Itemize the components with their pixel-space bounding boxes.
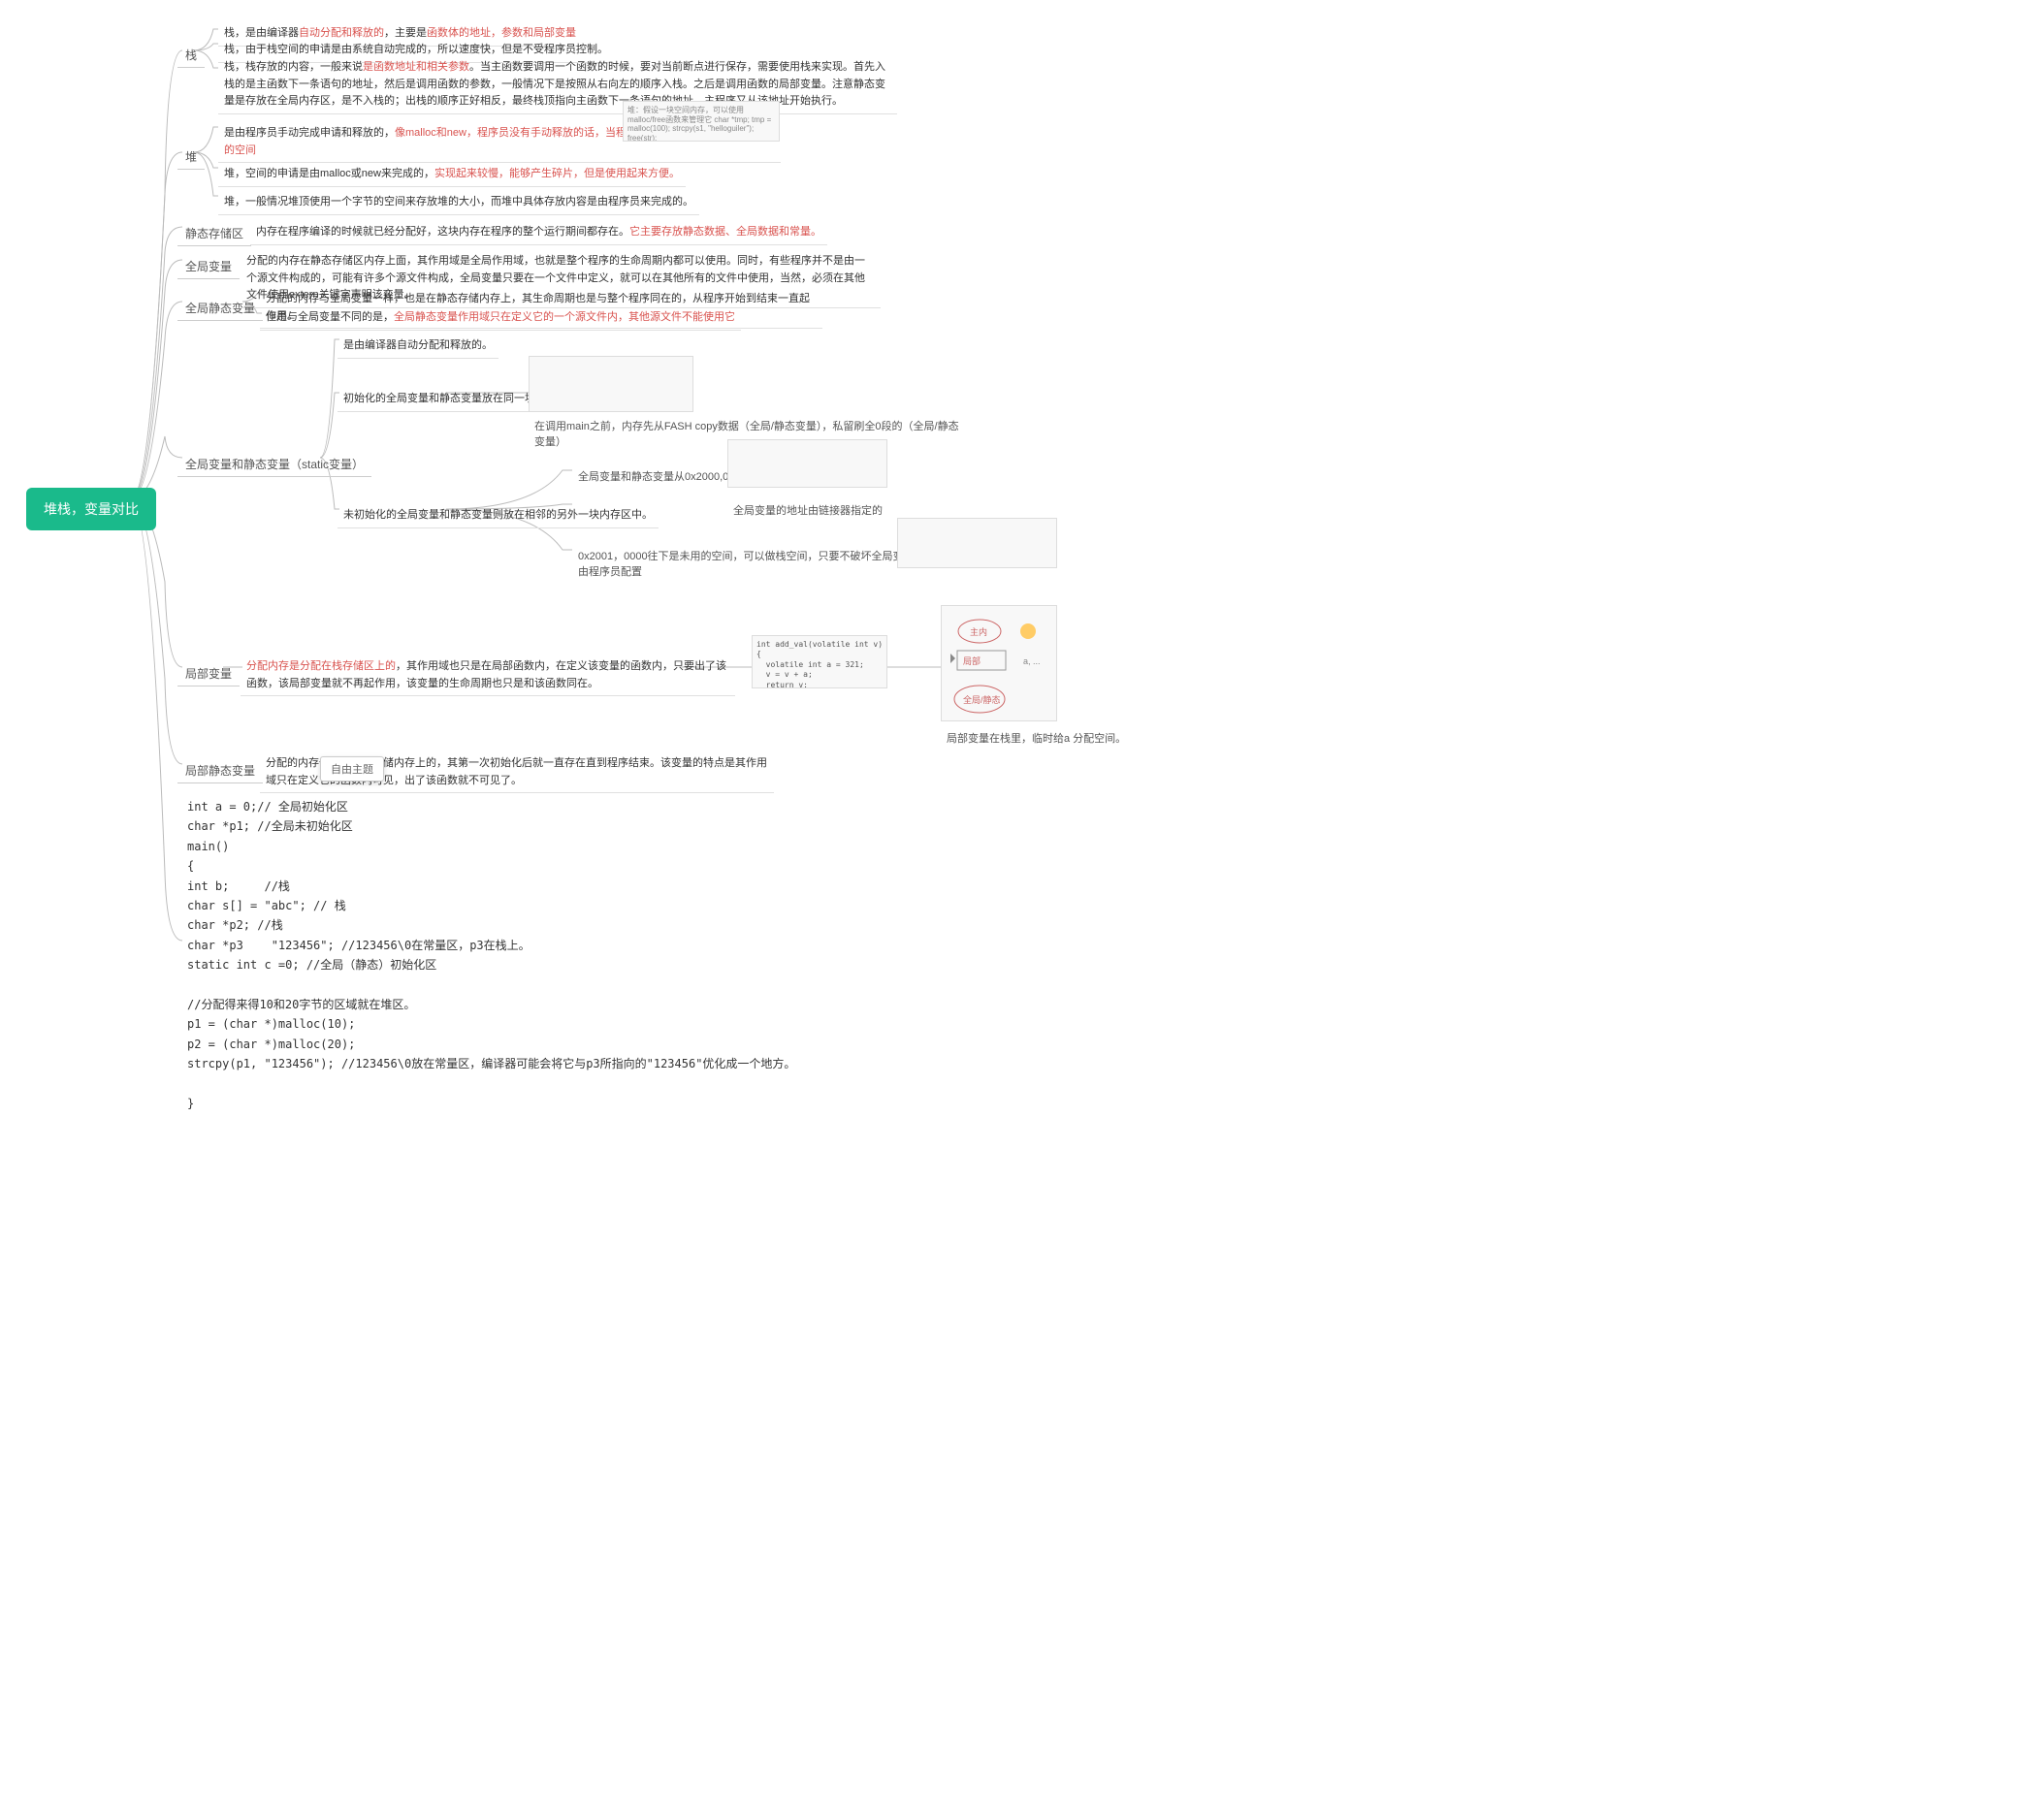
stack-note-3: 栈，栈存放的内容，一般来说是函数地址和相关参数。当主函数要调用一个函数的时候，要… [218, 56, 897, 114]
local-var-note: 分配内存是分配在栈存储区上的，其作用域也只是在局部函数内，在定义该变量的函数内，… [241, 655, 735, 696]
svg-text:局部: 局部 [963, 655, 981, 666]
branch-local-static[interactable]: 局部静态变量 [177, 758, 263, 783]
code-example: int a = 0;// 全局初始化区 char *p1; //全局未初始化区 … [177, 787, 805, 1123]
branch-heap[interactable]: 堆 [177, 144, 205, 170]
gs-note-linker: 全局变量的地址由链接器指定的 [727, 499, 888, 521]
heap-code-image: 堆：假设一块空间内存，可以使用malloc/free函数来管理它 char *t… [623, 101, 780, 142]
branch-static-storage[interactable]: 静态存储区 [177, 221, 251, 246]
heap-note-3: 堆，一般情况堆顶使用一个字节的空间来存放堆的大小，而堆中具体存放内容是由程序员来… [218, 191, 699, 215]
root-node[interactable]: 堆栈，变量对比 [26, 488, 156, 530]
branch-global-and-static[interactable]: 全局变量和静态变量（static变量） [177, 452, 371, 477]
branch-global-var[interactable]: 全局变量 [177, 254, 240, 279]
gs-image-3 [897, 518, 1057, 568]
gs-image-1 [529, 356, 693, 412]
branch-stack[interactable]: 栈 [177, 43, 205, 68]
local-var-code-image: int add_val(volatile int v) { volatile i… [752, 635, 887, 688]
svg-text:全局/静态: 全局/静态 [963, 694, 1001, 705]
local-var-diagram-image: 主内局部 a, ... 全局/静态 [941, 605, 1057, 721]
gs-image-2 [727, 439, 887, 488]
heap-note-2: 堆，空间的申请是由malloc或new来完成的，实现起来较慢，能够产生碎片，但是… [218, 163, 686, 187]
tooltip-free-topic[interactable]: 自由主题 [320, 756, 384, 782]
svg-text:a, ...: a, ... [1023, 656, 1041, 666]
global-static-note-2: 但是与全局变量不同的是，全局静态变量作用域只在定义它的一个源文件内，其他源文件不… [260, 306, 741, 331]
branch-global-static[interactable]: 全局静态变量 [177, 296, 263, 321]
branch-local-var[interactable]: 局部变量 [177, 661, 240, 686]
svg-text:主内: 主内 [970, 626, 987, 637]
static-storage-note: 内存在程序编译的时候就已经分配好，这块内存在程序的整个运行期间都存在。它主要存放… [250, 221, 827, 245]
gs-note-uninit: 未初始化的全局变量和静态变量则放在相邻的另外一块内存区中。 [338, 504, 659, 528]
gs-note-compiler: 是由编译器自动分配和释放的。 [338, 335, 498, 359]
local-var-caption: 局部变量在栈里，临时给a 分配空间。 [941, 727, 1132, 749]
